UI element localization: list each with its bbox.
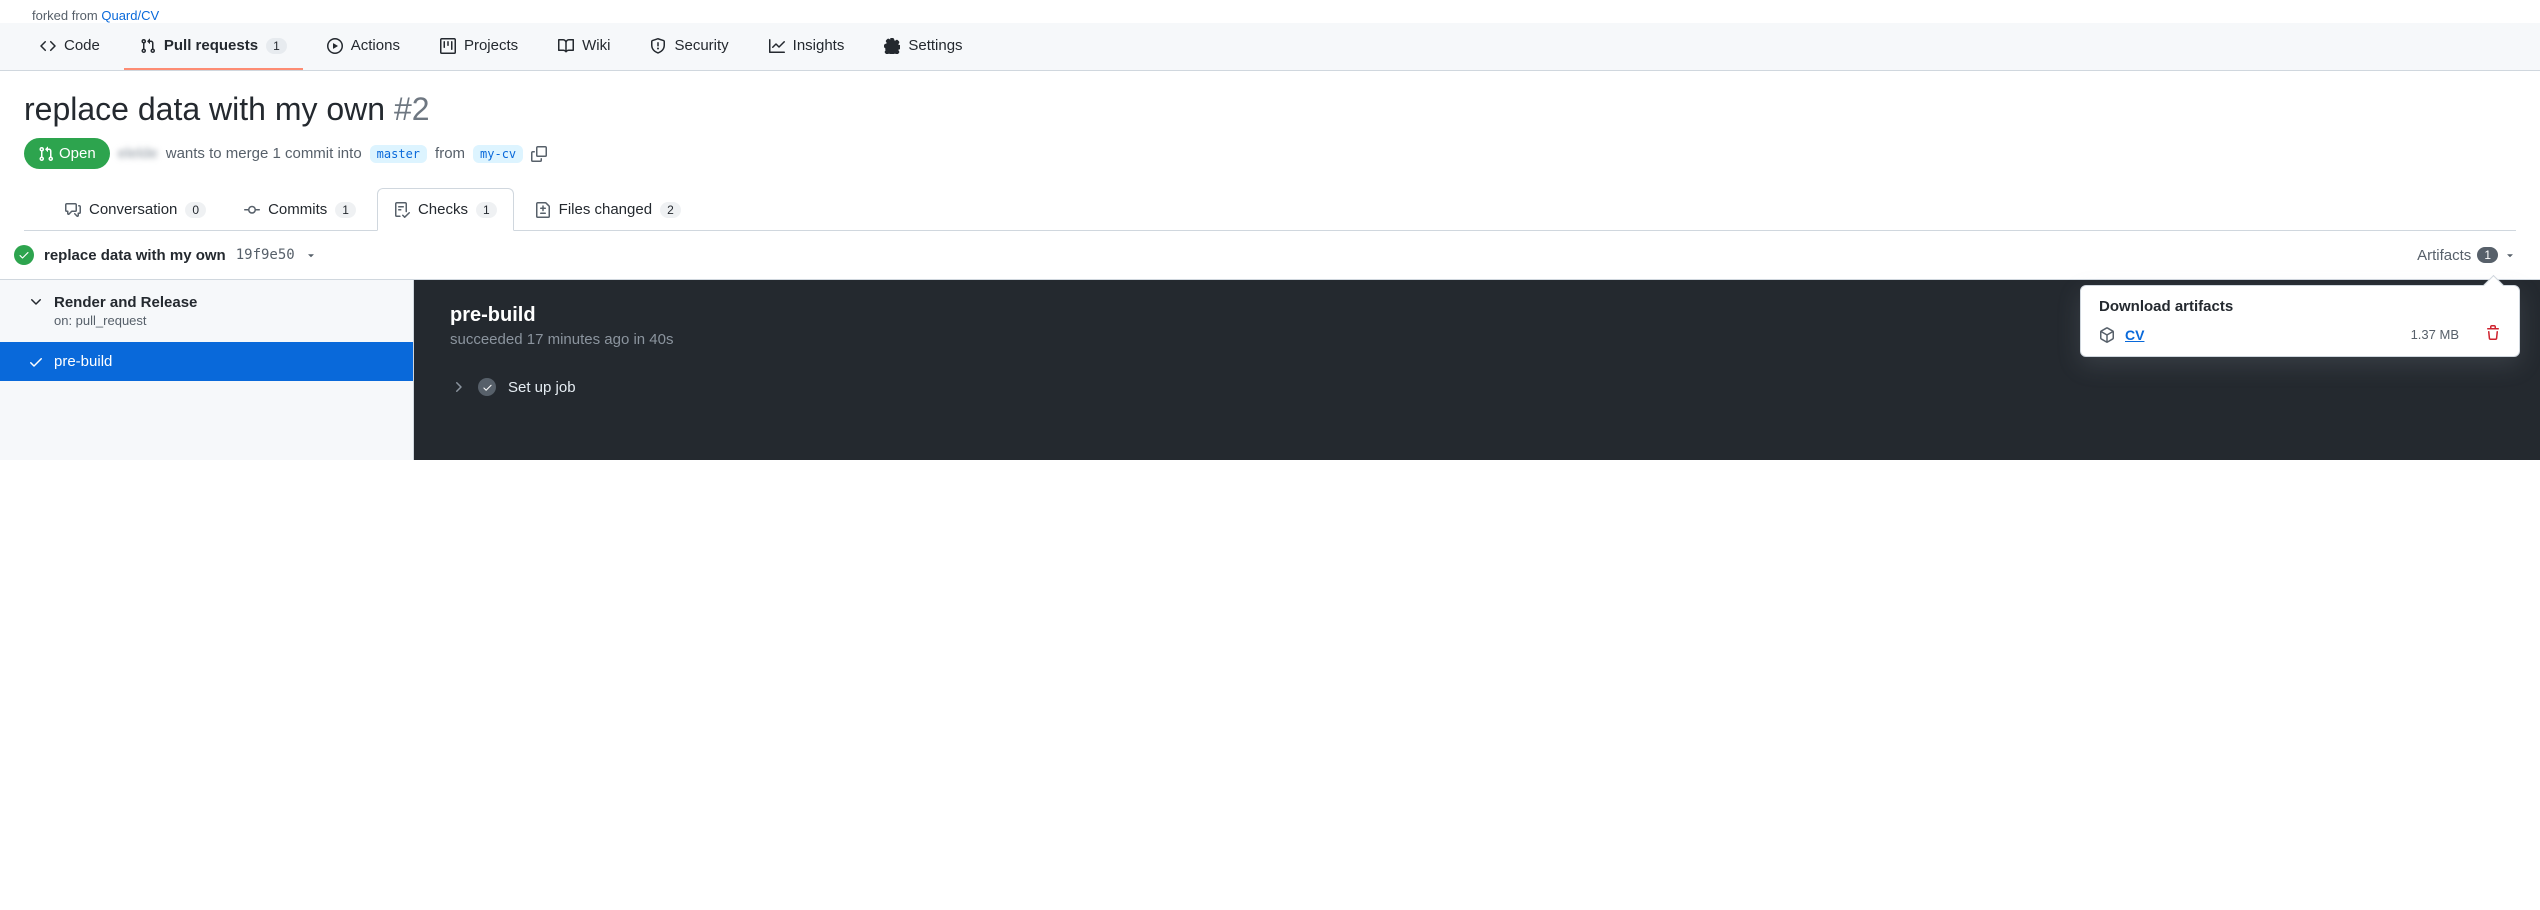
step-label: Set up job (508, 379, 576, 396)
nav-pulls[interactable]: Pull requests 1 (124, 23, 303, 70)
pr-merge-text-2: from (435, 145, 465, 162)
workflow-trigger: on: pull_request (54, 313, 197, 328)
checks-sidebar: Render and Release on: pull_request pre-… (0, 280, 414, 460)
nav-settings-label: Settings (908, 37, 962, 54)
artifacts-label: Artifacts (2417, 247, 2471, 264)
nav-insights-label: Insights (793, 37, 845, 54)
chevron-down-icon (28, 294, 44, 310)
fork-prefix: forked from (32, 8, 101, 23)
tab-commits[interactable]: Commits 1 (227, 188, 373, 231)
delete-button[interactable] (2485, 325, 2501, 344)
tab-files-count: 2 (660, 202, 681, 218)
tab-checks-count: 1 (476, 202, 497, 218)
artifacts-count: 1 (2477, 247, 2498, 263)
chevron-right-icon (450, 379, 466, 395)
nav-projects[interactable]: Projects (424, 23, 534, 70)
nav-settings[interactable]: Settings (868, 23, 978, 70)
step-success-icon (478, 378, 496, 396)
code-icon (40, 38, 56, 54)
fork-link[interactable]: Quard/CV (101, 8, 159, 23)
git-commit-icon (244, 202, 260, 218)
tab-checks-label: Checks (418, 201, 468, 218)
nav-wiki-label: Wiki (582, 37, 610, 54)
triangle-down-icon (2504, 249, 2516, 261)
pr-author[interactable]: elelde (118, 145, 158, 162)
tab-conversation-count: 0 (185, 202, 206, 218)
tab-files-label: Files changed (559, 201, 652, 218)
workflow-name: Render and Release (54, 294, 197, 311)
nav-code-label: Code (64, 37, 100, 54)
git-pull-request-icon (140, 38, 156, 54)
nav-actions-label: Actions (351, 37, 400, 54)
nav-code[interactable]: Code (24, 23, 116, 70)
git-pull-request-icon (38, 146, 54, 162)
tab-files[interactable]: Files changed 2 (518, 188, 698, 231)
trash-icon (2485, 325, 2501, 341)
nav-pulls-label: Pull requests (164, 37, 258, 54)
artifact-link[interactable]: CV (2125, 327, 2144, 343)
artifacts-button[interactable]: Artifacts 1 (2417, 247, 2516, 264)
pr-base-branch[interactable]: master (370, 145, 427, 163)
pr-tabs: Conversation 0 Commits 1 Checks 1 Files … (24, 187, 2516, 231)
artifacts-popover: Download artifacts CV 1.37 MB (2080, 285, 2520, 357)
pr-title: replace data with my own #2 (24, 91, 2516, 128)
triangle-down-icon[interactable] (305, 249, 317, 261)
pr-meta: Open elelde wants to merge 1 commit into… (24, 138, 2516, 169)
tab-commits-count: 1 (335, 202, 356, 218)
artifact-row: CV 1.37 MB (2099, 325, 2501, 344)
nav-pulls-count: 1 (266, 38, 287, 54)
job-item-prebuild[interactable]: pre-build (0, 342, 413, 381)
file-diff-icon (535, 202, 551, 218)
repo-nav: Code Pull requests 1 Actions Projects Wi… (0, 23, 2540, 71)
pr-number: #2 (394, 91, 430, 127)
nav-actions[interactable]: Actions (311, 23, 416, 70)
pr-header: replace data with my own #2 Open elelde … (0, 71, 2540, 231)
nav-wiki[interactable]: Wiki (542, 23, 626, 70)
checks-commit-sha[interactable]: 19f9e50 (236, 247, 295, 263)
nav-projects-label: Projects (464, 37, 518, 54)
checks-commit-title: replace data with my own (44, 247, 226, 264)
tab-conversation[interactable]: Conversation 0 (48, 188, 223, 231)
nav-security-label: Security (674, 37, 728, 54)
tab-commits-label: Commits (268, 201, 327, 218)
project-icon (440, 38, 456, 54)
package-icon (2099, 327, 2115, 343)
comment-discussion-icon (65, 202, 81, 218)
tab-conversation-label: Conversation (89, 201, 177, 218)
gear-icon (884, 38, 900, 54)
pr-title-text: replace data with my own (24, 91, 385, 127)
graph-icon (769, 38, 785, 54)
nav-security[interactable]: Security (634, 23, 744, 70)
fork-info: forked from Quard/CV (0, 0, 2540, 23)
checks-header: replace data with my own 19f9e50 Artifac… (0, 231, 2540, 280)
pr-merge-text-1: wants to merge 1 commit into (166, 145, 362, 162)
shield-icon (650, 38, 666, 54)
checklist-icon (394, 202, 410, 218)
pr-state-badge: Open (24, 138, 110, 169)
job-item-label: pre-build (54, 353, 112, 370)
pr-state-label: Open (59, 145, 96, 162)
step-row[interactable]: Set up job (450, 378, 2504, 396)
success-check-icon (14, 245, 34, 265)
copy-icon[interactable] (531, 146, 547, 162)
book-icon (558, 38, 574, 54)
play-icon (327, 38, 343, 54)
artifacts-popover-title: Download artifacts (2099, 298, 2501, 315)
tab-checks[interactable]: Checks 1 (377, 188, 514, 231)
artifact-size: 1.37 MB (2411, 327, 2459, 342)
check-icon (28, 354, 44, 370)
nav-insights[interactable]: Insights (753, 23, 861, 70)
pr-head-branch[interactable]: my-cv (473, 145, 523, 163)
workflow-group[interactable]: Render and Release on: pull_request (0, 280, 413, 342)
